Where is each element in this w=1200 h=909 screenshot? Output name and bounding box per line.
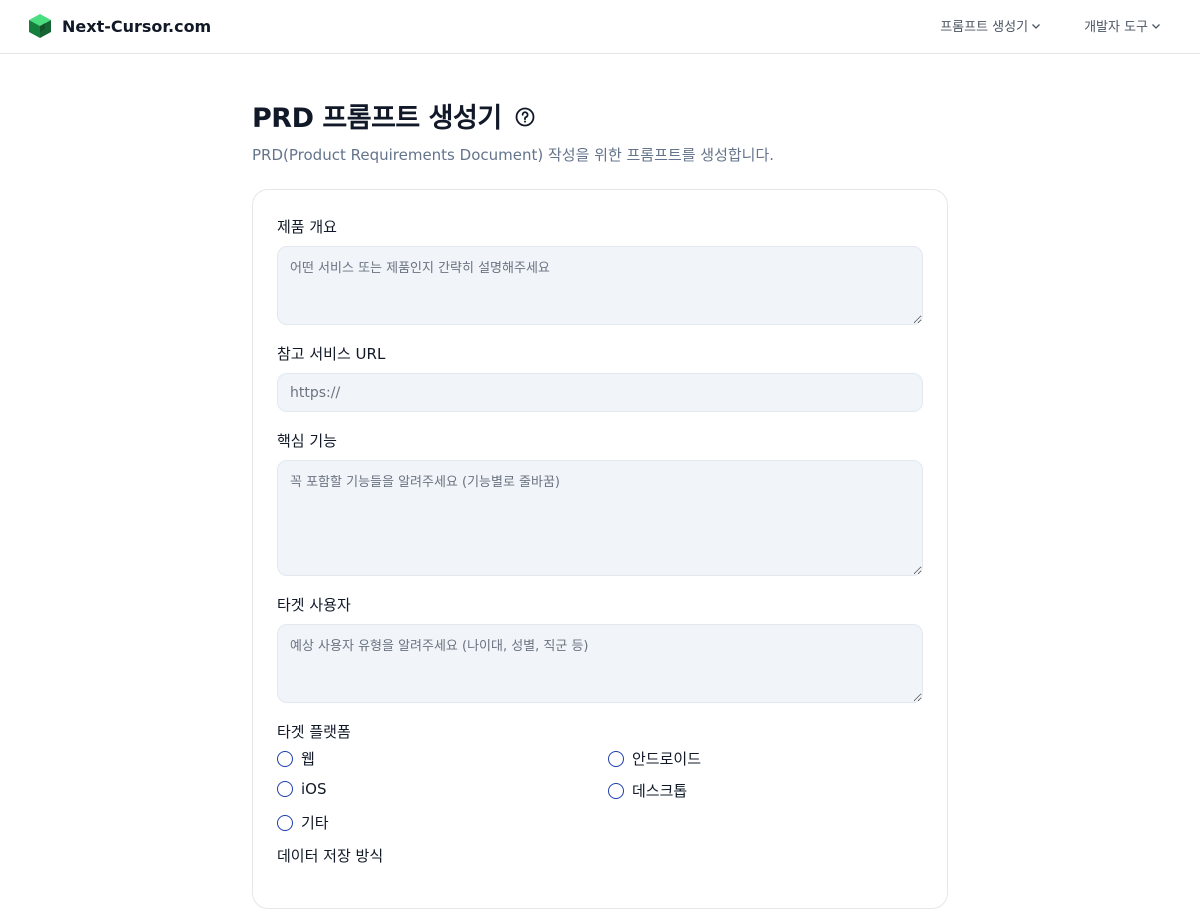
platform-option-desktop[interactable]: 데스크톱 (608, 780, 687, 801)
brand-logo-link[interactable]: Next-Cursor.com (28, 12, 211, 40)
help-circle-icon[interactable] (514, 106, 536, 128)
radio-button[interactable] (277, 814, 293, 831)
ref-url-input[interactable] (277, 373, 923, 412)
prd-form-card: 제품 개요 참고 서비스 URL 핵심 기능 타겟 사용자 타겟 플랫폼 웹 안… (252, 189, 948, 909)
nav-prompt-generator-label: 프롬프트 생성기 (940, 20, 1029, 35)
brand-name: Next-Cursor.com (62, 16, 212, 36)
platform-option-label: 기타 (301, 814, 329, 832)
page-title-row: PRD 프롬프트 생성기 (252, 96, 536, 135)
platform-option-android[interactable]: 안드로이드 (608, 748, 701, 769)
platform-option-label: 웹 (301, 750, 315, 768)
platform-option-label: 데스크톱 (632, 782, 688, 800)
main-nav: 프롬프트 생성기 개발자 도구 (940, 16, 1162, 35)
platform-option-ios[interactable]: iOS (277, 780, 327, 798)
target-users-textarea[interactable] (277, 624, 923, 703)
platform-option-label: iOS (301, 780, 327, 798)
page-title: PRD 프롬프트 생성기 (252, 103, 502, 134)
features-textarea[interactable] (277, 460, 923, 576)
radio-button[interactable] (608, 750, 624, 767)
cube-logo-icon (29, 14, 51, 38)
platform-option-web[interactable]: 웹 (277, 748, 315, 769)
top-navbar: Next-Cursor.com 프롬프트 생성기 개발자 도구 (0, 0, 1200, 54)
nav-dev-tools[interactable]: 개발자 도구 (1084, 16, 1162, 35)
overview-textarea[interactable] (277, 246, 923, 325)
platform-option-label: 안드로이드 (632, 750, 702, 768)
radio-button[interactable] (608, 782, 624, 799)
overview-label: 제품 개요 (277, 218, 337, 236)
data-storage-label: 데이터 저장 방식 (277, 847, 384, 865)
chevron-down-icon (1152, 23, 1160, 29)
ref-url-label: 참고 서비스 URL (277, 345, 386, 363)
radio-button[interactable] (277, 750, 293, 767)
nav-prompt-generator[interactable]: 프롬프트 생성기 (940, 16, 1042, 35)
platform-label: 타겟 플랫폼 (277, 723, 351, 741)
chevron-down-icon (1032, 23, 1041, 29)
features-label: 핵심 기능 (277, 432, 337, 450)
nav-dev-tools-label: 개발자 도구 (1084, 20, 1148, 35)
platform-option-other[interactable]: 기타 (277, 812, 329, 833)
page-description: PRD(Product Requirements Document) 작성을 위… (252, 146, 775, 164)
target-users-label: 타겟 사용자 (277, 596, 351, 614)
radio-button[interactable] (277, 781, 293, 797)
